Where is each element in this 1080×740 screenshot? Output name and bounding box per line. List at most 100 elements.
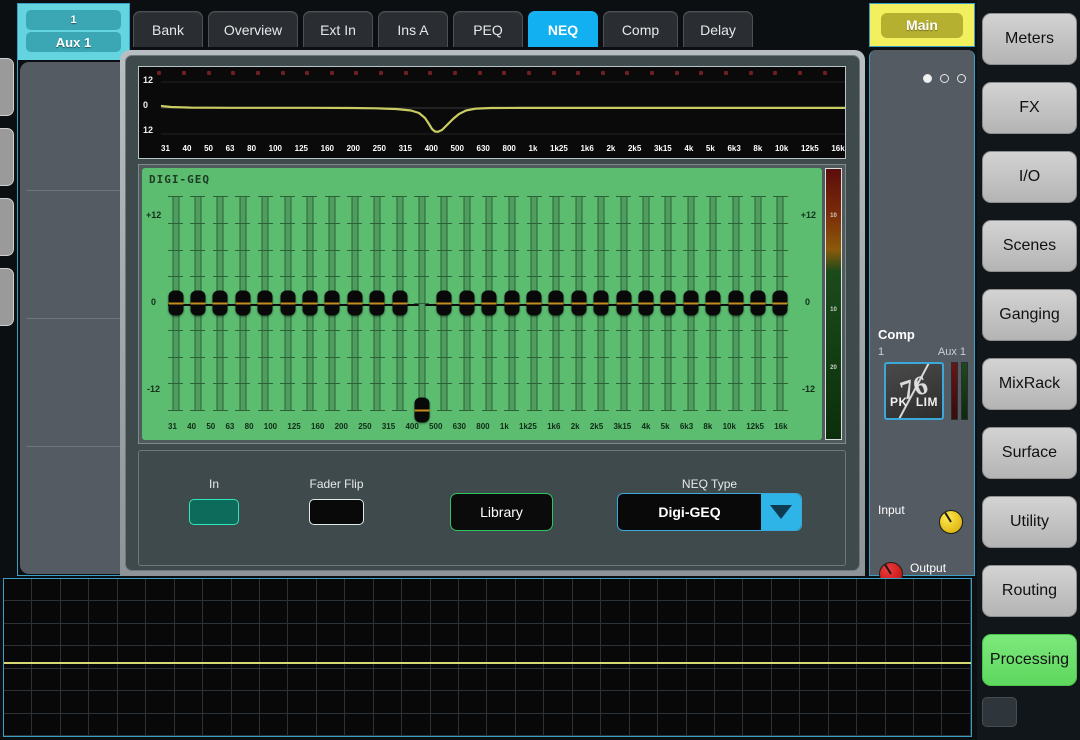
nav-i-o[interactable]: I/O	[982, 151, 1077, 203]
fader-flip-button[interactable]	[309, 499, 364, 525]
geq-fader-1k25[interactable]	[526, 196, 542, 411]
main-bus-selector[interactable]: Main	[869, 3, 975, 47]
fader-handle[interactable]	[392, 290, 408, 316]
fader-handle[interactable]	[459, 290, 475, 316]
library-button[interactable]: Library	[450, 493, 553, 531]
grid-line	[886, 579, 914, 736]
geq-fader-80[interactable]	[257, 196, 273, 411]
fader-handle[interactable]	[593, 290, 609, 316]
fader-handle[interactable]	[526, 290, 542, 316]
fader-handle[interactable]	[168, 290, 183, 316]
geq-fader-8k[interactable]	[705, 196, 721, 411]
fader-handle[interactable]	[190, 290, 206, 316]
geq-fader-16k[interactable]	[772, 196, 788, 411]
geq-fader-500[interactable]	[436, 196, 452, 411]
nav-mixrack[interactable]: MixRack	[982, 358, 1077, 410]
in-toggle-button[interactable]	[189, 499, 239, 525]
geq-fader-5k[interactable]	[660, 196, 676, 411]
fader-handle[interactable]	[481, 290, 497, 316]
edge-tab-3[interactable]	[0, 198, 14, 256]
tab-bank[interactable]: Bank	[133, 11, 203, 47]
fader-handle[interactable]	[571, 290, 587, 316]
geq-fader-125[interactable]	[302, 196, 318, 411]
nav-ganging[interactable]: Ganging	[982, 289, 1077, 341]
nav-processing[interactable]: Processing	[982, 634, 1077, 686]
geq-fader-400[interactable]	[414, 196, 430, 423]
nav-extra-button[interactable]	[982, 697, 1017, 727]
geq-fader-31[interactable]	[168, 196, 183, 411]
tab-overview[interactable]: Overview	[208, 11, 298, 47]
geq-meter-mark: 10	[830, 307, 837, 313]
geq-freq-label: 125	[287, 422, 301, 431]
geq-fader-250[interactable]	[369, 196, 385, 411]
channel-header[interactable]: 1 Aux 1	[18, 4, 129, 60]
geq-fader-200[interactable]	[347, 196, 363, 411]
geq-fader-40[interactable]	[190, 196, 206, 411]
edge-tab-1[interactable]	[0, 58, 14, 116]
geq-fader-2k[interactable]	[571, 196, 587, 411]
fader-handle[interactable]	[212, 290, 228, 316]
fader-handle[interactable]	[324, 290, 340, 316]
fader-handle[interactable]	[548, 290, 564, 316]
tab-ext-in[interactable]: Ext In	[303, 11, 373, 47]
channel-slots[interactable]	[20, 62, 129, 574]
nav-fx[interactable]: FX	[982, 82, 1077, 134]
fader-handle[interactable]	[504, 290, 520, 316]
eq-response-graph[interactable]: 12 0 12 31 40 50 63 80 100 125 160 200 250 315 400 5…	[138, 66, 846, 159]
geq-fader-800[interactable]	[481, 196, 497, 411]
fader-handle[interactable]	[302, 290, 318, 316]
fader-handle[interactable]	[728, 290, 744, 316]
nav-scenes[interactable]: Scenes	[982, 220, 1077, 272]
bottom-waveform-strip[interactable]	[3, 578, 972, 737]
fader-handle[interactable]	[616, 290, 632, 316]
comp-input-knob[interactable]	[939, 510, 963, 534]
geq-fader-4k[interactable]	[638, 196, 654, 411]
page-dot[interactable]	[940, 74, 949, 83]
nav-utility[interactable]: Utility	[982, 496, 1077, 548]
nav-surface[interactable]: Surface	[982, 427, 1077, 479]
geq-fader-2k5[interactable]	[593, 196, 609, 411]
geq-fader-100[interactable]	[280, 196, 296, 411]
fader-handle[interactable]	[750, 290, 766, 316]
fader-handle[interactable]	[660, 290, 676, 316]
geq-fader-630[interactable]	[459, 196, 475, 411]
page-dot[interactable]	[923, 74, 932, 83]
fader-handle[interactable]	[280, 290, 296, 316]
edge-tab-2[interactable]	[0, 128, 14, 186]
fader-handle[interactable]	[414, 397, 430, 423]
in-label: In	[208, 477, 219, 491]
tab-ins-a[interactable]: Ins A	[378, 11, 448, 47]
tab-peq[interactable]: PEQ	[453, 11, 523, 47]
fader-handle[interactable]	[257, 290, 273, 316]
fader-handle[interactable]	[235, 290, 251, 316]
tab-comp[interactable]: Comp	[603, 11, 678, 47]
geq-fader-50[interactable]	[212, 196, 228, 411]
fader-handle[interactable]	[772, 290, 788, 316]
geq-fader-1k[interactable]	[504, 196, 520, 411]
comp-model-thumbnail[interactable]: 76 PK LIM	[884, 362, 944, 420]
page-dot[interactable]	[957, 74, 966, 83]
geq-fader-3k15[interactable]	[616, 196, 632, 411]
neq-type-dropdown[interactable]: Digi-GEQ	[617, 493, 802, 531]
geq-fader-10k[interactable]	[728, 196, 744, 411]
geq-fader-315[interactable]	[392, 196, 408, 411]
geq-fader-12k5[interactable]	[750, 196, 766, 411]
fader-handle[interactable]	[683, 290, 699, 316]
fader-handle[interactable]	[638, 290, 654, 316]
tab-neq[interactable]: NEQ	[528, 11, 598, 47]
fader-handle[interactable]	[347, 290, 363, 316]
fader-handle[interactable]	[369, 290, 385, 316]
tab-delay[interactable]: Delay	[683, 11, 753, 47]
nav-meters[interactable]: Meters	[982, 13, 1077, 65]
geq-surface[interactable]: DIGI-GEQ +12 +12 0 0 -12 -12 31 40 50 63 80 1…	[142, 168, 822, 440]
geq-fader-63[interactable]	[235, 196, 251, 411]
fader-handle[interactable]	[705, 290, 721, 316]
geq-fader-6k3[interactable]	[683, 196, 699, 411]
edge-tab-4[interactable]	[0, 268, 14, 326]
nav-routing[interactable]: Routing	[982, 565, 1077, 617]
geq-fader-1k6[interactable]	[548, 196, 564, 411]
chevron-down-icon[interactable]	[761, 494, 801, 530]
geq-fader-160[interactable]	[324, 196, 340, 411]
page-dots[interactable]	[923, 74, 966, 83]
fader-handle[interactable]	[436, 290, 452, 316]
